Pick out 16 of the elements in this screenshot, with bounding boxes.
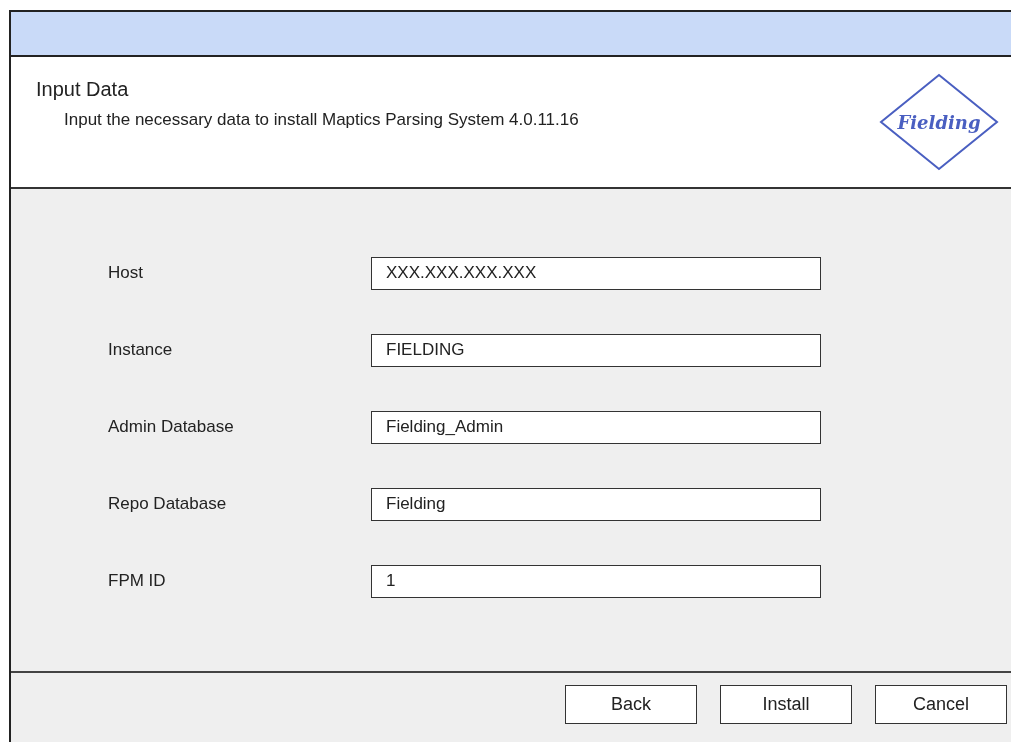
input-field[interactable]: Fielding_Admin: [371, 410, 821, 444]
field-label: Admin Database: [108, 416, 235, 439]
field-label: Repo Database: [108, 493, 228, 516]
fielding-logo: Fielding: [879, 73, 999, 171]
dialog-button[interactable]: Cancel: [875, 685, 1007, 724]
field-label: Host: [108, 262, 144, 285]
field-label: Instance: [108, 339, 174, 362]
field-label: FPM ID: [108, 570, 167, 593]
dialog-button[interactable]: Install: [720, 685, 852, 724]
page-description: Input the necessary data to install Maptics Parsing System 4.0.11.16: [64, 109, 580, 131]
input-field[interactable]: FIELDING: [371, 333, 821, 367]
dialog-button[interactable]: Back: [565, 685, 697, 724]
input-field[interactable]: Fielding: [371, 487, 821, 521]
page-title: Input Data: [36, 77, 130, 101]
input-field[interactable]: 1: [371, 564, 821, 598]
input-field[interactable]: XXX.XXX.XXX.XXX: [371, 256, 821, 290]
